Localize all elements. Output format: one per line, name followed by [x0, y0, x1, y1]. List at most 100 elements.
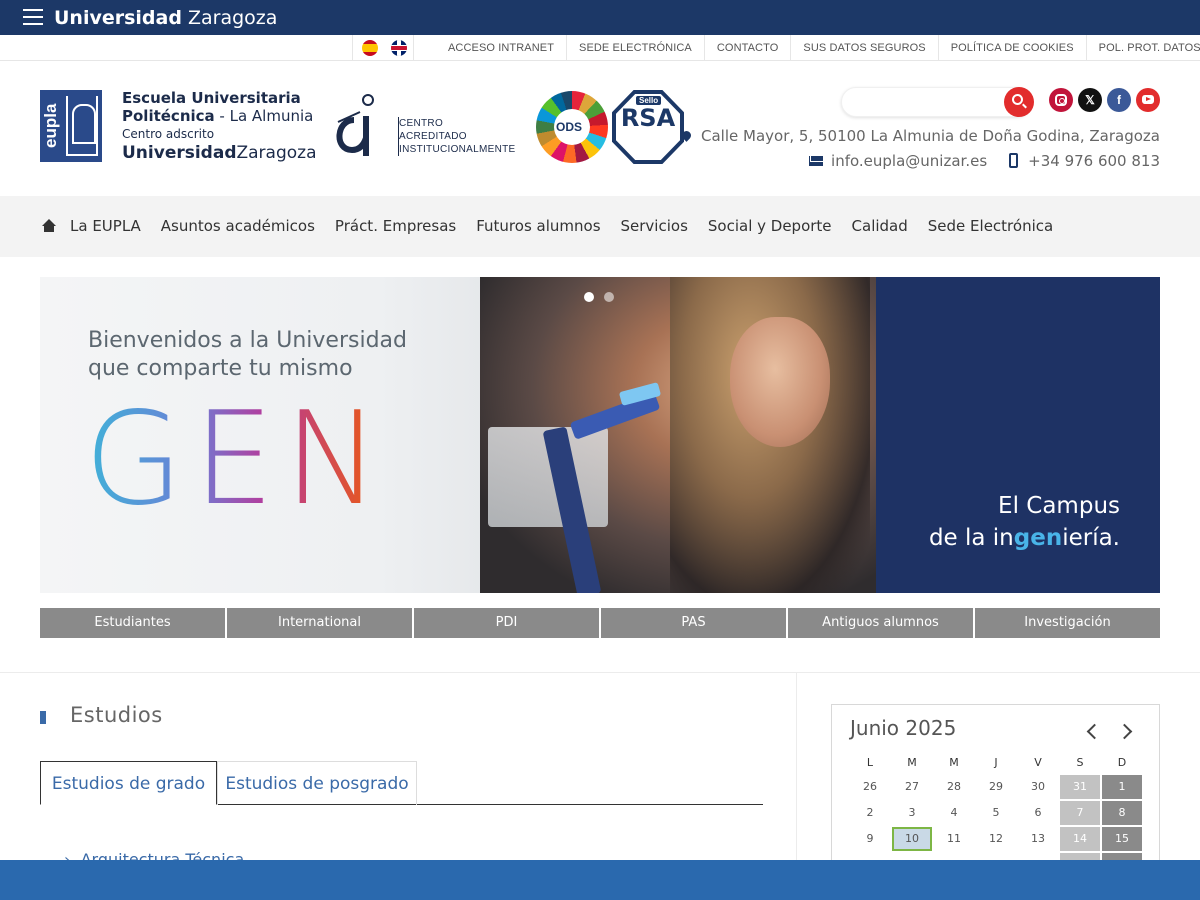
audience-bar: Estudiantes International PDI PAS Antigu… — [40, 608, 1160, 638]
rsa-label: RSA — [620, 104, 676, 132]
envelope-icon — [809, 156, 824, 166]
tab-estudios-posgrado[interactable]: Estudios de posgrado — [217, 761, 417, 805]
estudios-title: Estudios — [70, 703, 163, 727]
phone-icon — [1009, 153, 1019, 168]
audience-estudiantes-button[interactable]: Estudiantes — [40, 608, 225, 638]
hero-slider[interactable]: Bienvenidos a la Universidad que compart… — [40, 277, 1160, 593]
chevron-left-icon[interactable] — [1086, 723, 1103, 740]
nav-item-futuros-alumnos[interactable]: Futuros alumnos — [466, 196, 610, 257]
calendar-weekday: J — [994, 756, 998, 769]
hero-tagline: Bienvenidos a la Universidad que compart… — [88, 328, 407, 381]
nav-item-sede-electronica[interactable]: Sede Electrónica — [918, 196, 1063, 257]
accreditation-text: CENTRO ACREDITADO INSTITUCIONALMENTE — [398, 117, 516, 156]
search-button[interactable] — [1004, 87, 1034, 117]
chevron-right-icon[interactable] — [1116, 723, 1133, 740]
audience-antiguos-alumnos-button[interactable]: Antiguos alumnos — [788, 608, 973, 638]
email-link[interactable]: info.eupla@unizar.es — [831, 152, 987, 170]
x-twitter-icon[interactable]: 𝕏 — [1078, 88, 1102, 112]
search-input[interactable] — [849, 91, 999, 113]
calendar-day[interactable]: 26 — [850, 775, 890, 799]
calendar-day[interactable]: 4 — [934, 801, 974, 825]
nav-item-calidad[interactable]: Calidad — [842, 196, 918, 257]
utility-link-contacto[interactable]: CONTACTO — [705, 35, 792, 61]
tab-estudios-grado[interactable]: Estudios de grado — [40, 761, 217, 805]
calendar-day[interactable]: 3 — [892, 801, 932, 825]
address: Calle Mayor, 5, 50100 La Almunia de Doña… — [680, 127, 1160, 145]
section-marker — [40, 711, 46, 724]
audience-pdi-button[interactable]: PDI — [414, 608, 599, 638]
audience-investigacion-button[interactable]: Investigación — [975, 608, 1160, 638]
calendar-day[interactable]: 31 — [1060, 775, 1100, 799]
calendar-day[interactable]: 15 — [1102, 827, 1142, 851]
home-icon[interactable] — [42, 219, 56, 233]
building-icon — [66, 96, 98, 156]
utility-link-proteccion-datos[interactable]: POL. PROT. DATOS — [1087, 35, 1200, 61]
contact-info: info.eupla@unizar.es +34 976 600 813 — [809, 152, 1160, 170]
calendar-day[interactable]: 7 — [1060, 801, 1100, 825]
section-divider — [0, 672, 1200, 673]
phone-number[interactable]: +34 976 600 813 — [1028, 152, 1160, 170]
nav-item-social-deporte[interactable]: Social y Deporte — [698, 196, 842, 257]
slider-dot-1[interactable] — [584, 292, 594, 302]
calendar-day[interactable]: 6 — [1018, 801, 1058, 825]
english-flag-icon[interactable] — [391, 40, 407, 56]
calendar-day[interactable]: 8 — [1102, 801, 1142, 825]
instagram-icon[interactable] — [1049, 88, 1073, 112]
hero-campus-text: El Campus de la ingeniería. — [928, 493, 1120, 551]
nav-item-la-eupla[interactable]: La EUPLA — [60, 196, 151, 257]
audience-pas-button[interactable]: PAS — [601, 608, 786, 638]
ods-label: ODS — [556, 120, 583, 134]
main-nav-items: La EUPLA Asuntos académicos Práct. Empre… — [60, 196, 1063, 257]
calendar-weekday: V — [1034, 756, 1042, 769]
calendar-day[interactable]: 27 — [892, 775, 932, 799]
calendar-weekday: M — [907, 756, 917, 769]
bottom-bar — [0, 860, 1200, 900]
calendar-day[interactable]: 11 — [934, 827, 974, 851]
audience-international-button[interactable]: International — [227, 608, 412, 638]
hero-gen-logo: GEN — [84, 385, 390, 534]
calendar-day[interactable]: 30 — [1018, 775, 1058, 799]
spanish-flag-icon[interactable] — [362, 40, 378, 56]
nav-item-servicios[interactable]: Servicios — [611, 196, 698, 257]
accreditation-logo-icon — [336, 94, 374, 156]
top-bar: Universidad Zaragoza — [0, 0, 1200, 35]
calendar-day[interactable]: 28 — [934, 775, 974, 799]
nav-item-asuntos-academicos[interactable]: Asuntos académicos — [151, 196, 325, 257]
calendar-weekday: L — [866, 756, 874, 769]
school-name[interactable]: Escuela Universitaria Politécnica - La A… — [122, 89, 322, 163]
calendar-day[interactable]: 5 — [976, 801, 1016, 825]
university-brand[interactable]: Universidad Zaragoza — [54, 7, 277, 29]
robot-arm-image — [510, 382, 670, 593]
calendar-weekday: S — [1076, 756, 1084, 769]
youtube-icon[interactable] — [1136, 88, 1160, 112]
map-pin-icon — [680, 129, 693, 142]
calendar-day[interactable]: 13 — [1018, 827, 1058, 851]
utility-links: ACCESO INTRANET SEDE ELECTRÓNICA CONTACT… — [436, 35, 1200, 61]
utility-link-intranet[interactable]: ACCESO INTRANET — [436, 35, 568, 61]
facebook-icon[interactable]: f — [1107, 88, 1131, 112]
utility-link-cookies[interactable]: POLÍTICA DE COOKIES — [939, 35, 1087, 61]
calendar-month-title: Junio 2025 — [850, 716, 957, 740]
menu-icon[interactable] — [23, 9, 43, 26]
calendar-day[interactable]: 14 — [1060, 827, 1100, 851]
calendar-day[interactable]: 9 — [850, 827, 890, 851]
calendar-day[interactable]: 12 — [976, 827, 1016, 851]
calendar-day[interactable]: 29 — [976, 775, 1016, 799]
calendar-grid: L M M J V S D 26 27 28 29 30 31 1 2 3 4 5 6 7 8 9 10 11 12 13 14 15… — [850, 753, 1142, 877]
calendar-day[interactable]: 10 — [892, 827, 932, 851]
calendar-day[interactable]: 2 — [850, 801, 890, 825]
language-switcher — [352, 35, 414, 61]
calendar-day[interactable]: 1 — [1102, 775, 1142, 799]
eupla-logo[interactable]: eupla — [40, 90, 102, 162]
utility-link-sede[interactable]: SEDE ELECTRÓNICA — [567, 35, 705, 61]
calendar-weekday: D — [1117, 756, 1127, 769]
student-face-image — [730, 317, 830, 447]
utility-link-datos-seguros[interactable]: SUS DATOS SEGUROS — [791, 35, 939, 61]
slider-dot-2[interactable] — [604, 292, 614, 302]
calendar-weekday: M — [949, 756, 959, 769]
utility-bar: ACCESO INTRANET SEDE ELECTRÓNICA CONTACT… — [0, 35, 1200, 61]
search-icon — [1012, 94, 1023, 105]
slider-dots — [584, 292, 614, 302]
nav-item-practicas-empresas[interactable]: Práct. Empresas — [325, 196, 466, 257]
hero-side-panel: El Campus de la ingeniería. — [876, 277, 1160, 593]
